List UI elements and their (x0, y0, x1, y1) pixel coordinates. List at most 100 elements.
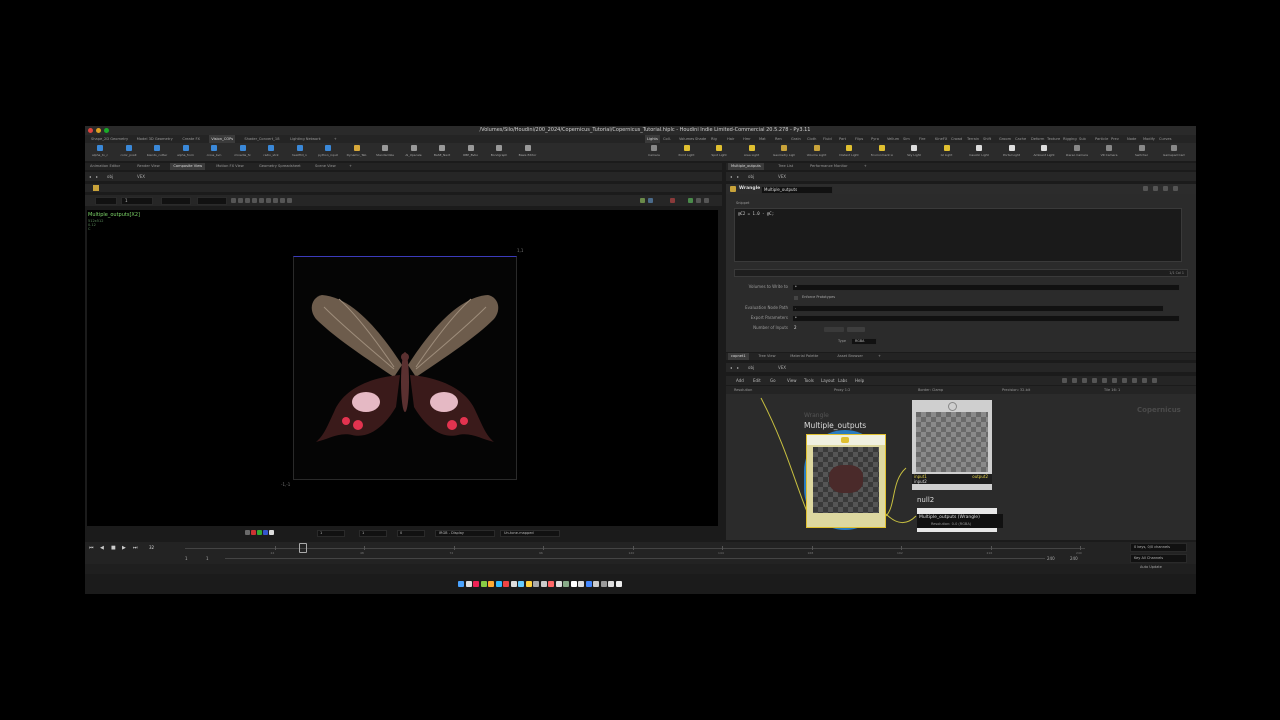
dock-app-icon[interactable] (465, 581, 472, 587)
pane-tab[interactable]: Asset Browser (834, 353, 866, 360)
frame-field[interactable]: 1 (121, 197, 153, 205)
shelf-tool-button[interactable]: Dynamic_Tab (346, 145, 368, 160)
range-end[interactable]: 240 (1047, 556, 1055, 561)
network-menu-item[interactable]: Layout (821, 376, 835, 385)
viewer-tool-icon[interactable] (287, 198, 292, 203)
gamma-field[interactable]: 1 (359, 530, 387, 537)
forward-arrow-icon[interactable]: ▸ (737, 172, 739, 181)
shelf-tool-button[interactable]: color_posit (118, 145, 140, 160)
light-tool-button[interactable]: Sky Light (903, 145, 925, 160)
pane-tab[interactable]: Material Palette (787, 353, 821, 360)
viewer-tool-icon[interactable] (231, 198, 236, 203)
right-shelf-tab[interactable]: Texture (1045, 135, 1062, 143)
type-select[interactable]: RGBA (851, 338, 877, 345)
dock-app-icon[interactable] (563, 581, 569, 587)
light-tool-button[interactable]: Point Light (676, 145, 698, 160)
snippet-editor[interactable]: @C2 = 1.0 - @C; (734, 208, 1182, 262)
wrangle-node[interactable] (806, 434, 886, 528)
pane-tab[interactable]: copnet1 (728, 353, 749, 360)
dock-app-icon[interactable] (600, 581, 607, 587)
right-shelf-tab[interactable]: Fluid (821, 135, 834, 143)
close-window-icon[interactable] (88, 128, 93, 133)
display-option-icon[interactable] (696, 198, 701, 203)
dock-app-icon[interactable] (533, 581, 539, 587)
shelf-tool-button[interactable]: OBP_Bvbo (460, 145, 482, 160)
pane-tab[interactable]: + (346, 163, 355, 170)
network-tool-icon[interactable] (1122, 378, 1127, 383)
pane-tab[interactable]: Geometry Spreadsheet (256, 163, 304, 170)
dock-app-icon[interactable] (578, 581, 584, 587)
shelf-tool-button[interactable]: mixedie_fx (232, 145, 254, 160)
channel-icon[interactable] (245, 530, 250, 535)
pane-tab[interactable]: Motion FX View (213, 163, 247, 170)
alpha-channel-icon[interactable] (269, 530, 274, 535)
channel-select[interactable] (197, 197, 227, 205)
shelf-tool-button[interactable]: heatHill_n (289, 145, 311, 160)
pane-tab[interactable]: Performance Monitor (807, 163, 851, 170)
pane-tab[interactable]: + (861, 163, 870, 170)
red-channel-icon[interactable] (251, 530, 256, 535)
light-tool-button[interactable]: Portal Light (1001, 145, 1023, 160)
right-shelf-tab[interactable]: Coll. (661, 135, 673, 143)
pane-tab[interactable]: Render View (134, 163, 162, 170)
right-shelf-tab[interactable]: Ren (773, 135, 784, 143)
network-menu-item[interactable]: Add (736, 376, 744, 385)
shelf-tab[interactable]: + (332, 135, 339, 143)
right-shelf-tab[interactable]: Mat (757, 135, 768, 143)
path-obj[interactable]: obj (748, 363, 754, 372)
right-shelf-tab[interactable]: Prev (1109, 135, 1121, 143)
shelf-tool-button[interactable]: AI_Upscale (403, 145, 425, 160)
network-tool-icon[interactable] (1102, 378, 1107, 383)
pane-tab[interactable]: Scene View (312, 163, 339, 170)
display-option-icon[interactable] (640, 198, 645, 203)
dock-app-icon[interactable] (473, 581, 479, 587)
display-option-icon[interactable] (704, 198, 709, 203)
shelf-tool-button[interactable]: Standardize (374, 145, 396, 160)
shelf-tool-button[interactable]: Bondgraph (488, 145, 510, 160)
pane-tab[interactable]: Tree View (755, 353, 778, 360)
dock-app-icon[interactable] (540, 581, 547, 587)
blue-channel-icon[interactable] (263, 530, 268, 535)
play-icon[interactable]: ▶ (122, 545, 126, 551)
pane-tab[interactable]: + (875, 353, 884, 360)
forward-arrow-icon[interactable]: ▸ (96, 172, 98, 181)
pane-tab[interactable]: Composite View (170, 163, 206, 170)
range-end-2[interactable]: 240 (1070, 556, 1078, 561)
back-arrow-icon[interactable]: ◂ (89, 172, 91, 181)
display-option-icon[interactable] (670, 198, 675, 203)
right-shelf-tab[interactable]: Flips (853, 135, 865, 143)
path-vex[interactable]: VEX (778, 363, 786, 372)
shelf-tab[interactable]: Lighting Network (288, 135, 323, 143)
play-back-icon[interactable]: ◀ (100, 545, 104, 551)
dock-app-icon[interactable] (555, 581, 562, 587)
output-node[interactable]: input1 input2 output2 (912, 400, 992, 490)
viewer-tool-icon[interactable] (280, 198, 285, 203)
right-shelf-tab[interactable]: Node (1125, 135, 1138, 143)
network-menu-item[interactable]: Go (770, 376, 776, 385)
dock-app-icon[interactable] (525, 581, 532, 587)
right-shelf-tab[interactable]: Vellum (885, 135, 901, 143)
pane-tab[interactable]: Animation Editor (87, 163, 123, 170)
light-tool-button[interactable]: Stereo Camera (1066, 145, 1088, 160)
network-tool-icon[interactable] (1062, 378, 1067, 383)
composite-viewport[interactable]: Multiple_outputs[X2] 512x512 0.12 C 1,1 … (87, 210, 718, 526)
network-tool-icon[interactable] (1112, 378, 1117, 383)
keys-channels-dropdown[interactable]: 0 keys, 0/0 channels (1130, 543, 1187, 552)
light-tool-button[interactable]: GI Light (936, 145, 958, 160)
shelf-tool-button[interactable]: Basis Editor (517, 145, 539, 160)
shelf-tool-button[interactable]: blends_cutter (146, 145, 168, 160)
network-menu-item[interactable]: View (787, 376, 797, 385)
right-shelf-tab[interactable]: Crowd (949, 135, 964, 143)
back-arrow-icon[interactable]: ◂ (730, 363, 732, 372)
right-shelf-tab[interactable]: Deform (1029, 135, 1046, 143)
network-menu-item[interactable]: Tools (804, 376, 814, 385)
light-tool-button[interactable]: Volume Light (806, 145, 828, 160)
shelf-tool-button[interactable]: BaSE_Nwrt (431, 145, 453, 160)
clear-button[interactable]: Clear (847, 327, 865, 343)
network-tool-icon[interactable] (1082, 378, 1087, 383)
timeline-playhead[interactable] (299, 543, 307, 553)
number-of-inputs-stepper[interactable] (824, 327, 844, 332)
network-editor[interactable]: Resolution Proxy 1:2 Border: Clamp Precisio… (726, 386, 1196, 540)
viewer-tool-icon[interactable] (238, 198, 243, 203)
pane-tab[interactable]: Tree List (775, 163, 796, 170)
